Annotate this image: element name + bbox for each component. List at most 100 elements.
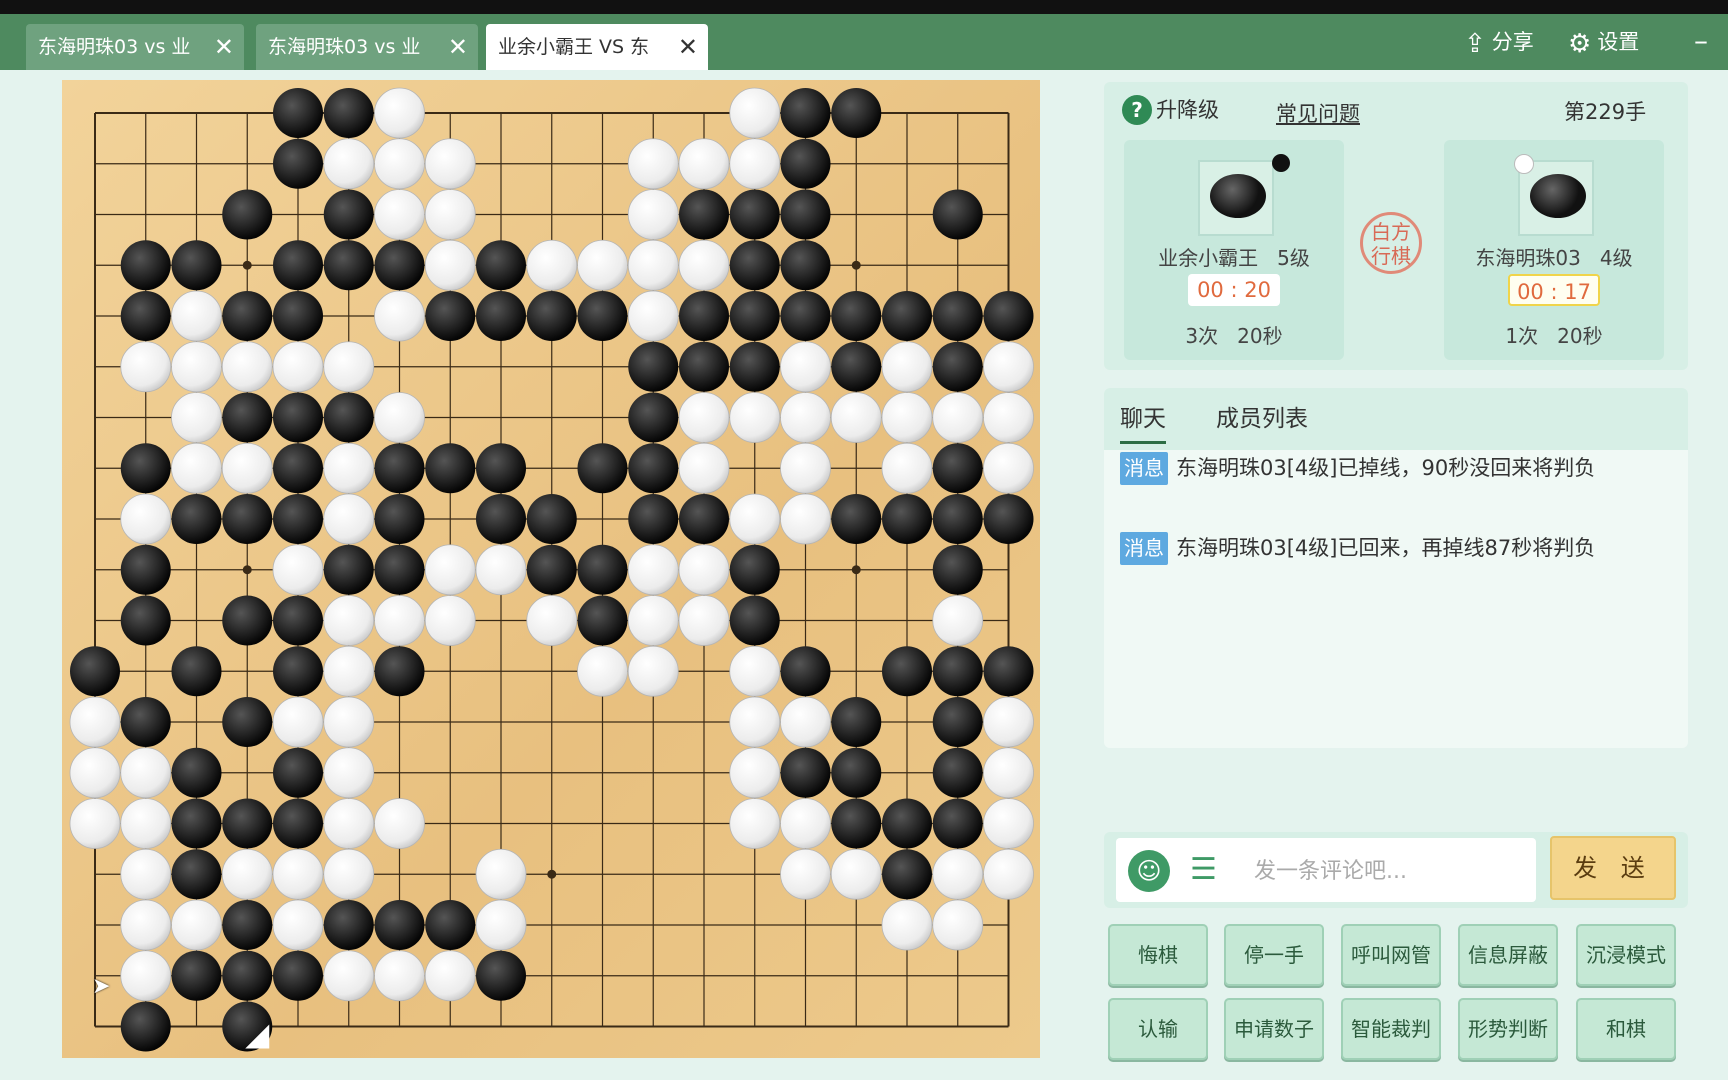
rank-rules-link[interactable]: ? 升降级: [1122, 94, 1219, 125]
white-stone: [627, 595, 679, 646]
black-stone: [222, 595, 273, 646]
black-stone: [628, 494, 679, 544]
black-stone: [729, 291, 780, 341]
close-icon[interactable]: ✕: [214, 24, 234, 70]
black-stone: [831, 494, 882, 544]
white-stone: [678, 138, 730, 190]
white-stone: [323, 595, 375, 646]
send-button[interactable]: 发 送: [1550, 836, 1676, 900]
black-stone: [780, 291, 831, 341]
white-stone: [171, 899, 222, 951]
white-stone: [272, 341, 324, 393]
white-stone: [69, 798, 121, 849]
position-judgment-button[interactable]: 形势判断: [1458, 998, 1558, 1060]
player-rank: 4级: [1599, 246, 1633, 270]
white-stone: [932, 595, 984, 646]
white-stone: [780, 341, 831, 393]
white-stone: [272, 544, 324, 596]
emoji-icon[interactable]: ☺: [1128, 850, 1170, 892]
white-stone: [323, 645, 375, 697]
black-stone: [273, 88, 323, 138]
white-stone: [780, 798, 831, 849]
white-stone: [881, 341, 933, 393]
white-stone: [678, 595, 730, 646]
white-stone: [881, 442, 933, 494]
black-stone: [425, 900, 476, 950]
black-stone: [323, 240, 374, 291]
share-icon: ⇪: [1464, 29, 1486, 59]
go-board[interactable]: [62, 80, 1040, 1058]
black-stone: [120, 697, 171, 747]
black-stone: [171, 849, 222, 900]
close-icon[interactable]: ✕: [448, 24, 468, 70]
tab-chat[interactable]: 聊天: [1120, 388, 1166, 450]
minimize-button[interactable]: –: [1694, 14, 1708, 70]
black-stone: [374, 494, 425, 544]
share-label: 分享: [1491, 30, 1534, 54]
black-stone: [476, 494, 526, 544]
chat-panel: 聊天 成员列表 消息 东海明珠03[4级]已掉线，90秒没回来将判负 消息 东海明珠…: [1104, 388, 1688, 748]
call-admin-button[interactable]: 呼叫网管: [1341, 924, 1441, 986]
help-icon: ?: [1122, 95, 1152, 125]
black-stone: [273, 443, 323, 494]
black-stone-indicator-icon: [1272, 154, 1290, 172]
board-svg[interactable]: [62, 80, 1040, 1058]
star-point: [547, 869, 557, 879]
black-stone: [628, 443, 679, 494]
black-stone: [729, 240, 780, 291]
black-stone: [932, 494, 983, 544]
black-stone: [882, 849, 932, 900]
white-stone: [627, 138, 679, 190]
tab-member-list[interactable]: 成员列表: [1216, 388, 1308, 450]
star-point: [851, 260, 861, 270]
faq-link[interactable]: 常见问题: [1276, 98, 1360, 128]
black-stone: [120, 544, 171, 595]
black-stone: [171, 950, 222, 1001]
black-stone: [932, 747, 983, 798]
white-stone: [729, 798, 781, 849]
white-stone: [475, 544, 527, 596]
white-stone: [780, 493, 831, 545]
resign-button[interactable]: 认输: [1108, 998, 1208, 1060]
white-stone: [323, 950, 375, 1002]
white-stone: [983, 442, 1034, 494]
tab-game-1[interactable]: 东海明珠03 vs 业 ✕: [26, 24, 244, 70]
white-stone: [171, 290, 222, 342]
black-stone: [273, 950, 323, 1001]
star-point: [851, 565, 861, 575]
chat-message: 消息 东海明珠03[4级]已掉线，90秒没回来将判负: [1120, 452, 1640, 485]
settings-button[interactable]: ⚙ 设置: [1568, 14, 1639, 70]
white-stone: [221, 848, 273, 900]
white-stone: [424, 595, 476, 646]
tab-game-2[interactable]: 东海明珠03 vs 业 ✕: [256, 24, 478, 70]
black-stone: [273, 595, 323, 646]
close-icon[interactable]: ✕: [678, 24, 698, 70]
white-stone: [120, 950, 172, 1002]
immersive-mode-button[interactable]: 沉浸模式: [1576, 924, 1676, 986]
black-stone: [273, 291, 323, 341]
chat-message: 消息 东海明珠03[4级]已回来，再掉线87秒将判负: [1120, 532, 1640, 565]
black-stone: [171, 494, 222, 544]
black-stone: [120, 240, 171, 291]
white-stone: [120, 848, 172, 900]
black-stone: [831, 88, 882, 138]
undo-button[interactable]: 悔棋: [1108, 924, 1208, 986]
white-stone: [729, 138, 781, 190]
block-info-button[interactable]: 信息屏蔽: [1458, 924, 1558, 986]
message-tag: 消息: [1120, 532, 1168, 565]
draw-button[interactable]: 和棋: [1576, 998, 1676, 1060]
black-stone: [932, 798, 983, 849]
pass-button[interactable]: 停一手: [1224, 924, 1324, 986]
ai-referee-button[interactable]: 智能裁判: [1341, 998, 1441, 1060]
request-count-button[interactable]: 申请数子: [1224, 998, 1324, 1060]
white-stone: [983, 392, 1034, 443]
comment-input[interactable]: [1252, 852, 1526, 890]
white-stone: [120, 747, 172, 799]
list-icon[interactable]: ☰: [1190, 852, 1217, 887]
white-stone: [932, 392, 984, 443]
share-button[interactable]: ⇪ 分享: [1464, 14, 1534, 70]
black-stone: [729, 189, 780, 240]
comment-box: ☺ ☰: [1116, 838, 1536, 902]
white-stone: [424, 544, 476, 596]
tab-game-3-active[interactable]: 业余小霸王 VS 东 ✕: [486, 24, 708, 70]
